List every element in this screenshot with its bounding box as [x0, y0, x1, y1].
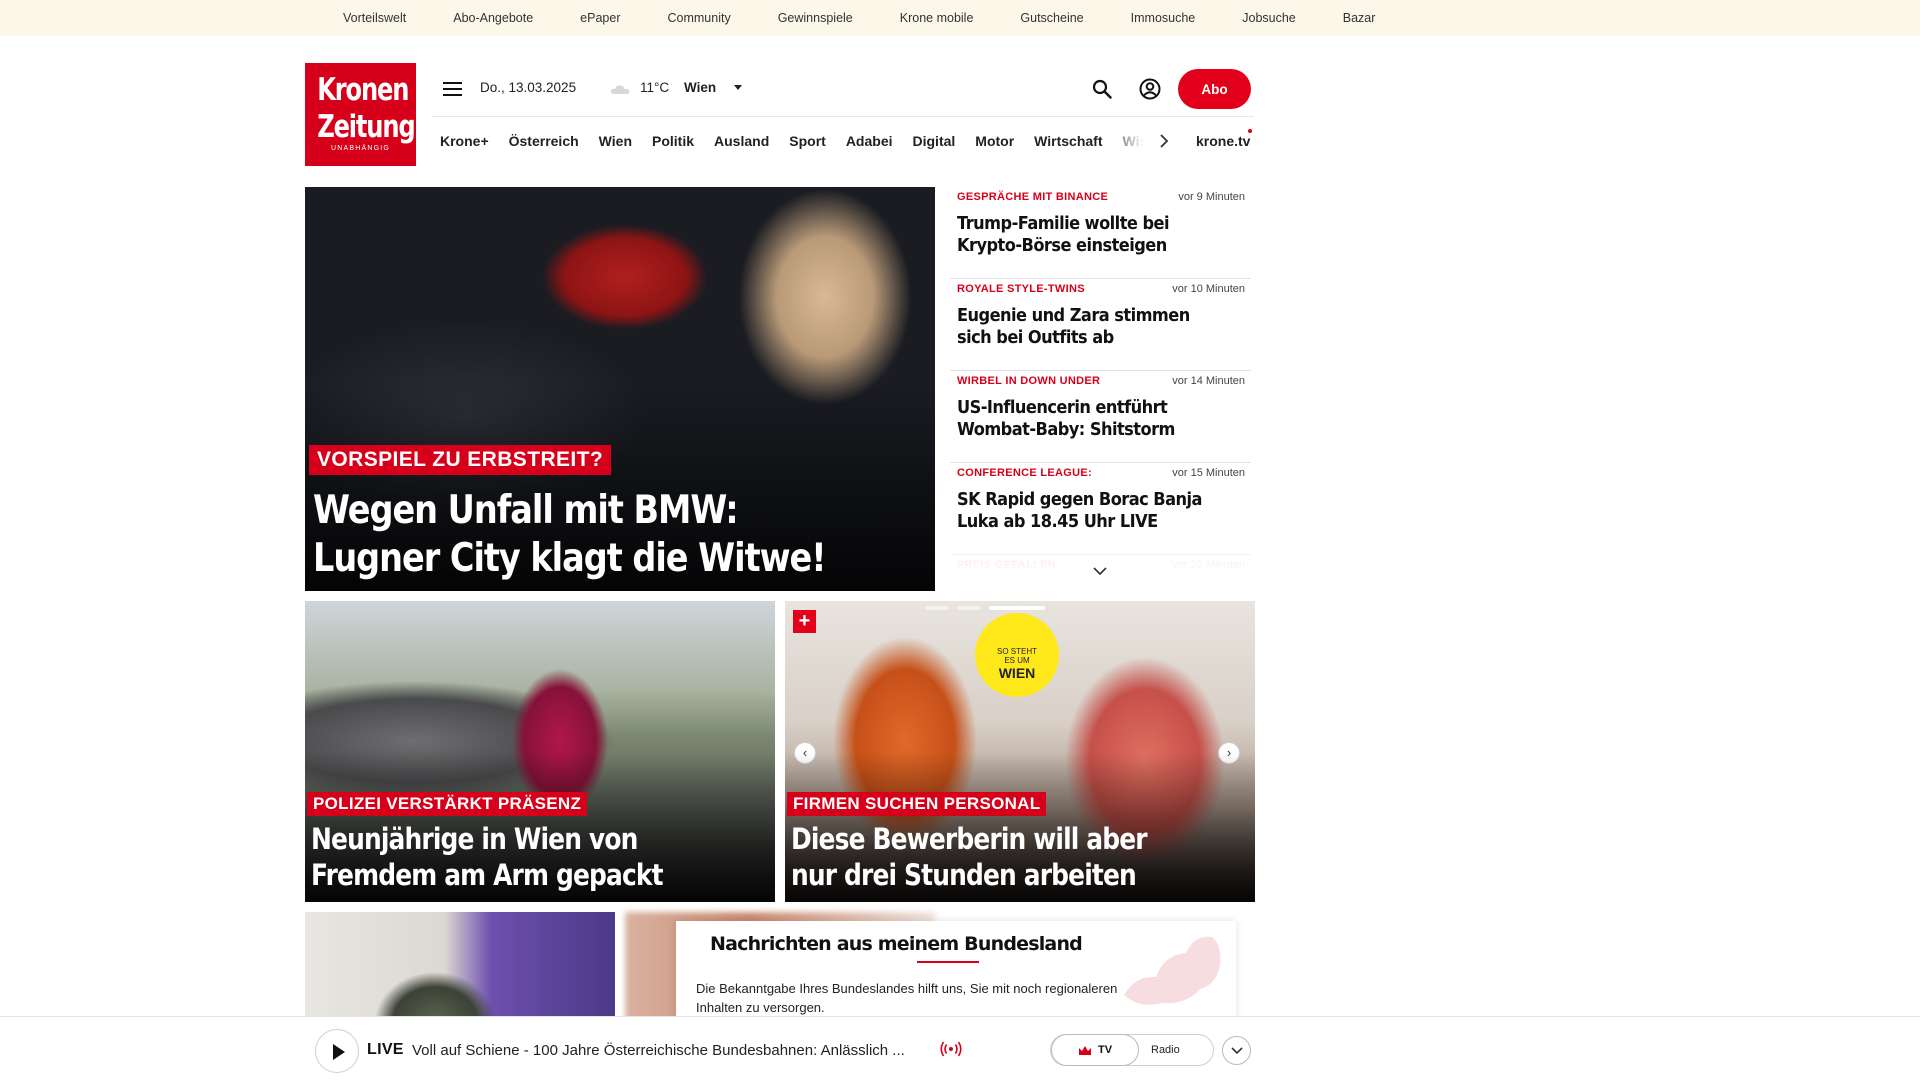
logo-line1: Kronen: [317, 72, 409, 108]
live-player-bar: LIVE Voll auf Schiene - 100 Jahre Österr…: [0, 1016, 1920, 1080]
chevron-right-icon[interactable]: [1158, 133, 1170, 149]
live-indicator-dot: [1248, 129, 1252, 133]
tv-radio-switch: TV Radio: [1050, 1034, 1214, 1066]
region-card-text: Die Bekanntgabe Ihres Bundeslandes hilft…: [696, 981, 1118, 1015]
nav-item[interactable]: Krone+: [440, 133, 489, 149]
news-kicker: CONFERENCE LEAGUE:: [957, 467, 1092, 479]
news-timestamp: vor 14 Minuten: [1172, 375, 1245, 387]
badge-text: SO STEHT ES UM: [996, 647, 1037, 665]
kronen-zeitung-logo[interactable]: Kronen Zeitung UNABHÄNGIG: [305, 63, 416, 166]
nav-item[interactable]: Ausland: [714, 133, 769, 149]
utility-nav-item[interactable]: ePaper: [580, 11, 620, 25]
news-kicker: ROYALE STYLE-TWINS: [957, 283, 1085, 295]
city-select[interactable]: Wien: [684, 80, 743, 95]
crown-icon: [1078, 1045, 1091, 1055]
latest-news-list: GESPRÄCHE MIT BINANCE vor 9 Minuten Trump-…: [950, 187, 1251, 587]
news-list-item[interactable]: ROYALE STYLE-TWINS vor 10 Minuten Eugenie …: [950, 279, 1251, 371]
nav-krone-tv[interactable]: krone.tv: [1196, 117, 1250, 165]
title-underline: [917, 961, 979, 963]
radio-button[interactable]: Radio: [1151, 1044, 1180, 1056]
news-timestamp: vor 15 Minuten: [1172, 467, 1245, 479]
current-date: Do., 13.03.2025: [480, 80, 577, 95]
tv-button[interactable]: TV: [1051, 1034, 1139, 1066]
caret-down-icon: [734, 85, 743, 90]
utility-nav-item[interactable]: Community: [667, 11, 730, 25]
play-button[interactable]: [315, 1029, 359, 1073]
news-timestamp: vor 9 Minuten: [1178, 191, 1245, 203]
player-collapse-button[interactable]: [1222, 1036, 1251, 1065]
nav-item[interactable]: Motor: [975, 133, 1014, 149]
chevron-down-icon: [1231, 1047, 1243, 1055]
nav-item[interactable]: Wien: [599, 133, 632, 149]
temperature: 11°C: [640, 80, 670, 95]
teaser-headline-line1: Diese Bewerberin will aber: [791, 822, 1148, 856]
teaser-kicker: POLIZEI VERSTÄRKT PRÄSENZ: [307, 792, 588, 816]
teaser-headline-line2: nur drei Stunden arbeiten: [791, 858, 1137, 892]
news-kicker: WIRBEL IN DOWN UNDER: [957, 375, 1101, 387]
krone-plus-badge: +: [793, 610, 816, 633]
nav-fade: [1102, 117, 1158, 165]
hero-kicker: VORSPIEL ZU ERBSTREIT?: [309, 445, 612, 475]
cloud-icon: [610, 85, 630, 94]
region-card-title: Nachrichten aus meinem Bundesland: [710, 933, 1083, 955]
teaser-headline-line1: Neunjährige in Wien von: [311, 822, 638, 856]
utility-nav-item[interactable]: Krone mobile: [900, 11, 974, 25]
utility-nav-item[interactable]: Vorteilswelt: [343, 11, 406, 25]
carousel-dot[interactable]: [925, 606, 949, 610]
teaser-article-carousel[interactable]: + SO STEHTES UM WIEN ‹ › FIRMEN SUCHEN P…: [785, 601, 1255, 902]
hero-headline-line1: Wegen Unfall mit BMW:: [313, 488, 739, 533]
news-kicker: GESPRÄCHE MIT BINANCE: [957, 191, 1109, 203]
logo-tagline: UNABHÄNGIG: [330, 145, 391, 152]
news-title: Trump-Familie wollte bei Krypto-Börse ei…: [957, 213, 1170, 256]
user-account-icon[interactable]: [1139, 78, 1161, 100]
nav-item[interactable]: Adabei: [846, 133, 893, 149]
hero-headline-line2: Lugner City klagt die Witwe!: [313, 536, 827, 581]
utility-nav-item[interactable]: Abo-Angebote: [453, 11, 533, 25]
teaser-headline: Neunjährige in Wien von Fremdem am Arm g…: [311, 821, 775, 893]
live-label: LIVE: [367, 1041, 404, 1058]
carousel-dot[interactable]: [957, 606, 981, 610]
broadcast-icon: [940, 1041, 962, 1057]
tv-label: TV: [1097, 1044, 1113, 1056]
utility-nav-item[interactable]: Gewinnspiele: [778, 11, 853, 25]
news-timestamp: vor 10 Minuten: [1172, 283, 1245, 295]
news-title: Eugenie und Zara stimmen sich bei Outfit…: [957, 305, 1190, 348]
utility-nav-item[interactable]: Bazar: [1343, 11, 1376, 25]
abo-button[interactable]: Abo: [1178, 69, 1251, 109]
city-label: Wien: [684, 80, 717, 95]
badge-city: WIEN: [998, 665, 1036, 681]
chevron-down-icon[interactable]: [1092, 566, 1108, 576]
utility-bar: Vorteilswelt Abo-Angebote ePaper Community G…: [0, 0, 1920, 36]
live-title[interactable]: Voll auf Schiene - 100 Jahre Österreichi…: [412, 1042, 932, 1059]
logo-line2: Zeitung: [317, 109, 415, 145]
nav-item[interactable]: Sport: [789, 133, 826, 149]
teaser-kicker: FIRMEN SUCHEN PERSONAL: [787, 792, 1047, 816]
nav-item[interactable]: Österreich: [509, 133, 579, 149]
main-nav: Krone+ Österreich Wien Politik Ausland Sport A…: [432, 117, 1254, 165]
nav-item[interactable]: Wirtschaft: [1034, 133, 1102, 149]
news-list-item[interactable]: GESPRÄCHE MIT BINANCE vor 9 Minuten Trump-…: [950, 187, 1251, 279]
nav-item[interactable]: Digital: [913, 133, 956, 149]
austria-map-icon: [1124, 936, 1221, 1005]
teaser-headline: Diese Bewerberin will aber nur drei Stun…: [791, 821, 1255, 893]
news-title: US-Influencerin entführt Wombat-Baby: Sh…: [957, 397, 1175, 440]
utility-nav-item[interactable]: Jobsuche: [1242, 11, 1296, 25]
utility-nav-item[interactable]: Immosuche: [1131, 11, 1196, 25]
news-list-fade: [950, 527, 1251, 587]
main-nav-items: Krone+ Österreich Wien Politik Ausland Sport A…: [432, 117, 1158, 165]
search-icon[interactable]: [1092, 79, 1112, 99]
utility-nav-item[interactable]: Gutscheine: [1020, 11, 1083, 25]
hero-article[interactable]: VORSPIEL ZU ERBSTREIT? Wegen Unfall mit …: [305, 187, 935, 591]
hamburger-menu-icon[interactable]: [443, 82, 462, 96]
news-list-item[interactable]: WIRBEL IN DOWN UNDER vor 14 Minuten US-Inf…: [950, 371, 1251, 463]
so-steht-es-um-wien-badge: SO STEHT ES UM WIEN: [975, 613, 1059, 697]
teaser-headline-line2: Fremdem am Arm gepackt: [311, 858, 664, 892]
hero-headline: Wegen Unfall mit BMW: Lugner City klagt …: [313, 487, 915, 583]
carousel-dots: [925, 606, 1053, 610]
play-icon: [333, 1044, 345, 1060]
utility-nav: Vorteilswelt Abo-Angebote ePaper Community G…: [343, 0, 1422, 36]
nav-item[interactable]: Politik: [652, 133, 694, 149]
teaser-article[interactable]: POLIZEI VERSTÄRKT PRÄSENZ Neunjährige in…: [305, 601, 775, 902]
carousel-dot-active[interactable]: [989, 606, 1045, 610]
